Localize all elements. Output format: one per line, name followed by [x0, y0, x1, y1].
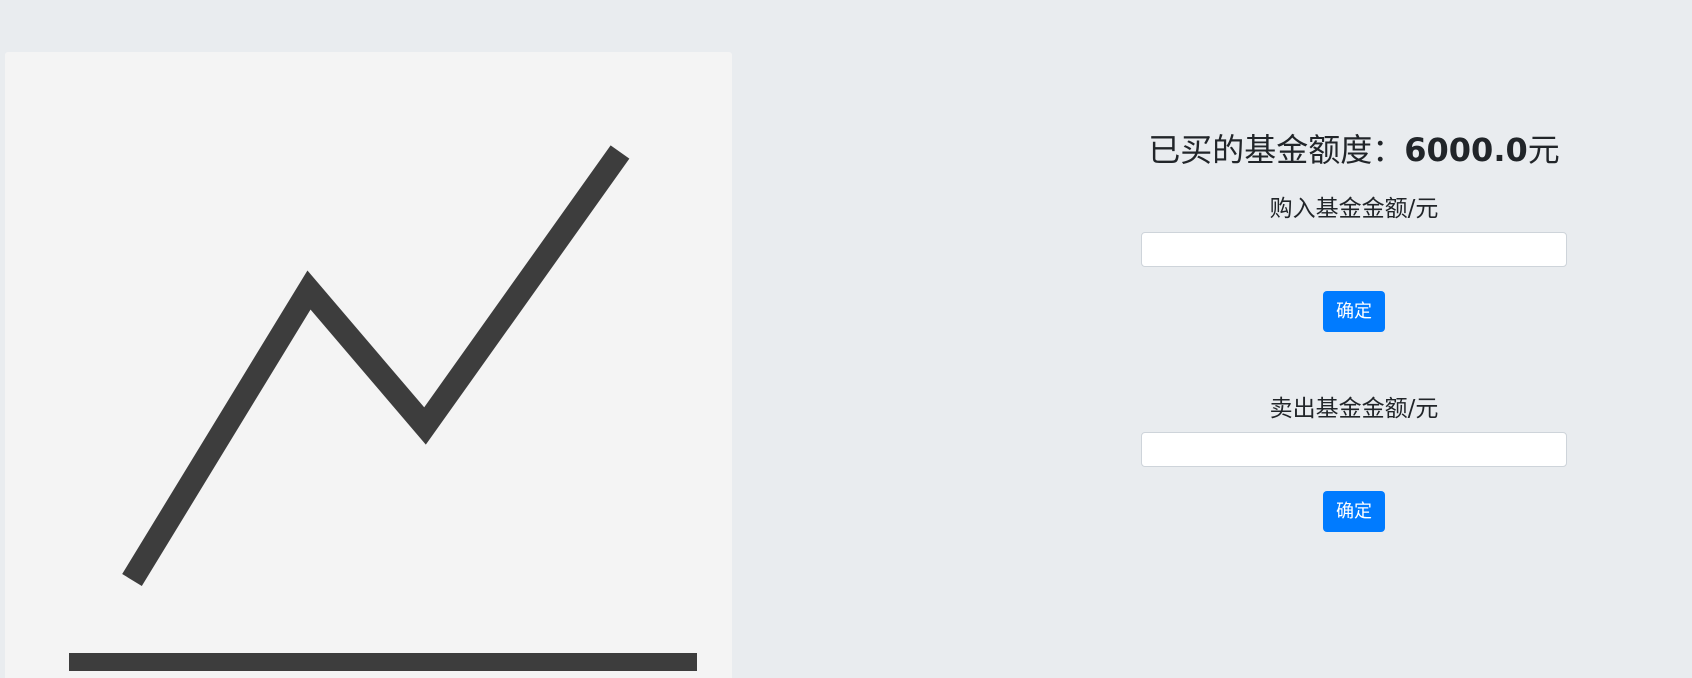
trend-line [122, 145, 630, 586]
buy-confirm-button[interactable]: 确定 [1323, 291, 1385, 332]
sell-group: 卖出基金金额/元 确定 [1141, 394, 1567, 532]
sell-amount-label: 卖出基金金额/元 [1269, 396, 1439, 422]
balance-label: 已买的基金额度： [1148, 131, 1405, 169]
balance-unit: 元 [1527, 131, 1560, 169]
balance-display: 已买的基金额度：6000.0元 [1141, 118, 1567, 182]
sell-amount-input[interactable] [1141, 432, 1567, 467]
baseline-bar [69, 653, 697, 671]
balance-amount: 6000.0 [1404, 131, 1528, 169]
fund-form: 已买的基金额度：6000.0元 购入基金金额/元 确定 卖出基金金额/元 确定 [1141, 118, 1567, 532]
sell-confirm-button[interactable]: 确定 [1323, 491, 1385, 532]
buy-amount-input[interactable] [1141, 232, 1567, 267]
chart-illustration [5, 52, 732, 678]
line-chart-icon [69, 145, 697, 671]
buy-group: 购入基金金额/元 确定 [1141, 194, 1567, 332]
buy-amount-label: 购入基金金额/元 [1269, 196, 1439, 222]
